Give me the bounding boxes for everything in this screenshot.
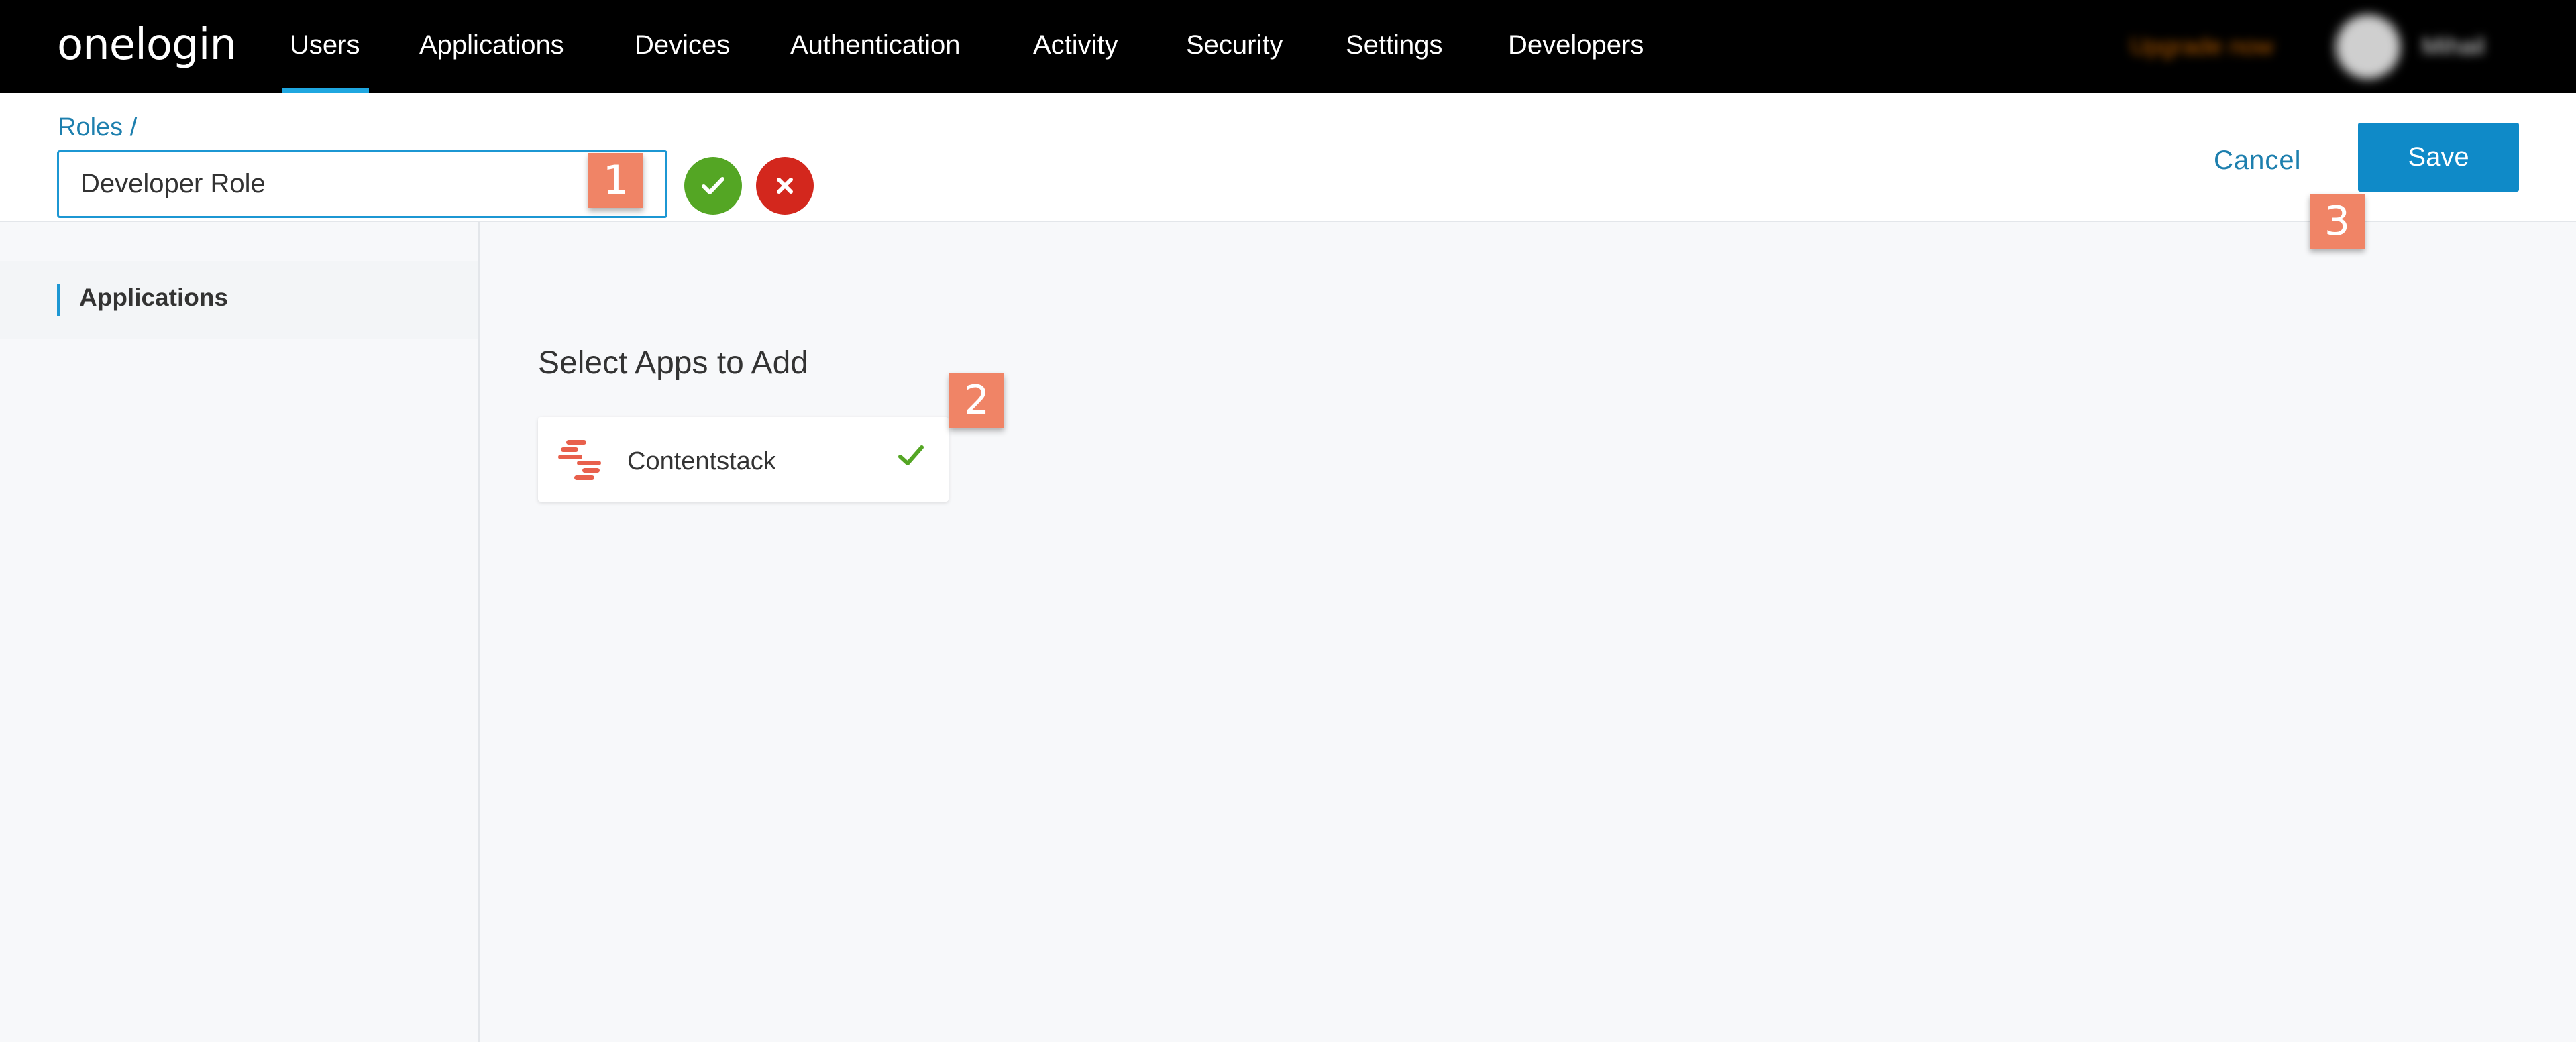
nav-item-devices[interactable]: Devices [635, 30, 730, 62]
cancel-name-button[interactable] [756, 157, 814, 215]
nav-item-developers[interactable]: Developers [1508, 30, 1644, 62]
step-badge-2: 2 [949, 373, 1004, 428]
nav-item-activity[interactable]: Activity [1033, 30, 1118, 62]
active-nav-indicator [282, 88, 369, 93]
app-name: Contentstack [627, 447, 776, 475]
save-button[interactable]: Save [2358, 123, 2519, 192]
nav-item-authentication[interactable]: Authentication [790, 30, 961, 62]
nav-item-applications[interactable]: Applications [419, 30, 564, 62]
check-icon [898, 445, 924, 465]
close-icon [777, 178, 793, 194]
top-navigation: onelogin Users Applications Devices Auth… [0, 0, 2576, 93]
sidebar-item-applications[interactable] [0, 261, 478, 339]
role-header: Roles / Cancel Save [0, 93, 2576, 222]
sidebar-active-indicator [57, 284, 60, 316]
user-menu[interactable]: Mihail [2422, 32, 2502, 62]
section-title: Select Apps to Add [538, 345, 808, 381]
nav-item-settings[interactable]: Settings [1346, 30, 1443, 62]
contentstack-logo-icon [558, 440, 601, 480]
avatar[interactable] [2336, 15, 2400, 79]
sidebar: Applications [0, 222, 480, 1042]
step-badge-1: 1 [588, 153, 643, 208]
sidebar-item-label: Applications [79, 284, 229, 311]
app-card-contentstack[interactable]: Contentstack [538, 417, 949, 502]
role-name-input[interactable] [57, 150, 667, 218]
nav-item-security[interactable]: Security [1186, 30, 1283, 62]
check-icon [702, 177, 724, 194]
cancel-button[interactable]: Cancel [2214, 140, 2302, 180]
step-badge-3: 3 [2310, 194, 2365, 249]
upgrade-link[interactable]: Upgrade now [2130, 32, 2298, 62]
breadcrumb-roles[interactable]: Roles / [58, 113, 137, 142]
confirm-name-button[interactable] [684, 157, 742, 215]
nav-item-users[interactable]: Users [290, 30, 360, 62]
onelogin-logo[interactable]: onelogin [57, 20, 237, 70]
